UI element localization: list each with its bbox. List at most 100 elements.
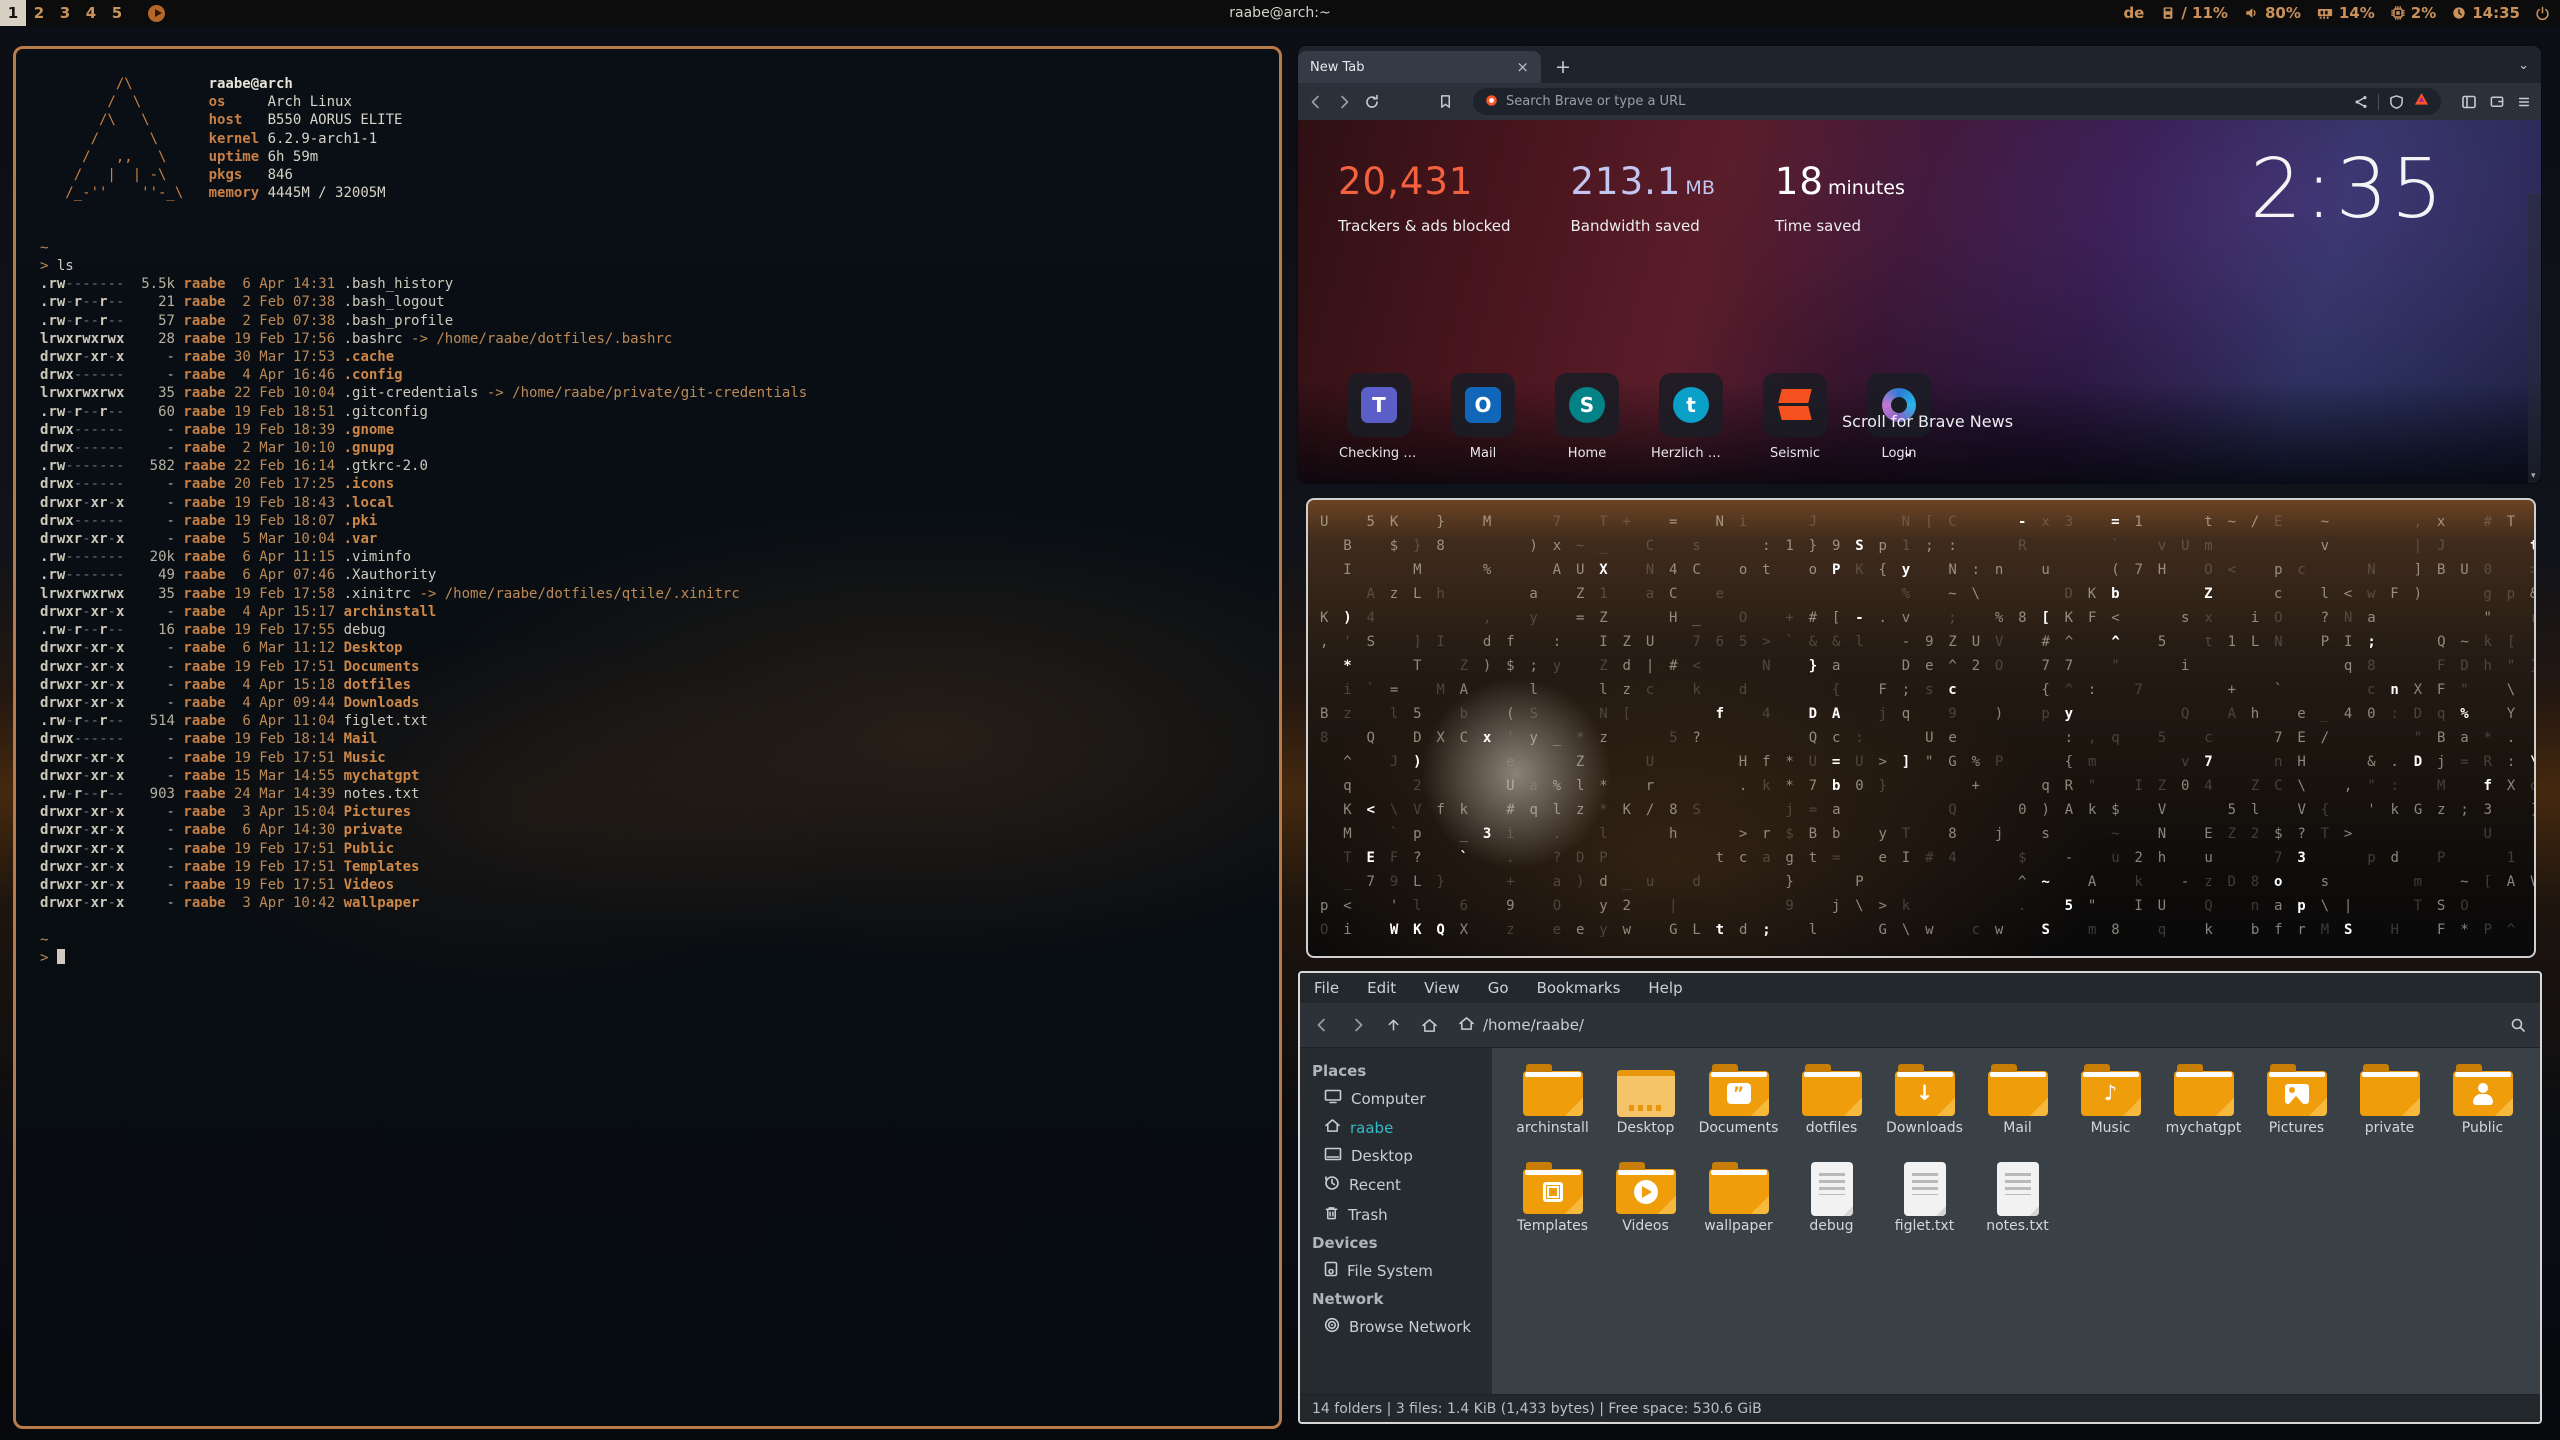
brave-rewards-icon[interactable] — [2414, 92, 2429, 111]
fm-sidebar-item-desktop[interactable]: Desktop — [1300, 1142, 1492, 1170]
fm-sidebar-item-computer[interactable]: Computer — [1300, 1084, 1492, 1113]
file-item-public[interactable]: Public — [2436, 1058, 2529, 1156]
browser-window: New Tab × + ⌄ Search Brave or type a URL — [1298, 46, 2541, 483]
bookmark-icon[interactable] — [1438, 94, 1453, 109]
fm-path-bar[interactable]: /home/raabe/ — [1458, 1016, 2490, 1035]
top-site-checking-y-[interactable]: TChecking y… — [1339, 373, 1419, 461]
folder-icon — [2360, 1058, 2420, 1120]
folder-pictures-icon — [2267, 1058, 2327, 1120]
folder-documents-icon: ” — [1709, 1058, 1769, 1120]
shield-stat: 20,431Trackers & ads blocked — [1338, 160, 1510, 235]
top-site-mail[interactable]: OMail — [1443, 373, 1523, 461]
folder-icon — [1709, 1156, 1769, 1218]
url-bar[interactable]: Search Brave or type a URL — [1473, 88, 2441, 115]
scrollbar[interactable] — [2528, 194, 2541, 483]
fm-search-icon[interactable] — [2510, 1017, 2526, 1033]
file-item-desktop[interactable]: Desktop — [1599, 1058, 1692, 1156]
fm-menu-bookmarks[interactable]: Bookmarks — [1537, 979, 1621, 997]
folder-icon — [2174, 1058, 2234, 1120]
fm-status-bar: 14 folders | 3 files: 1.4 KiB (1,433 byt… — [1300, 1394, 2540, 1422]
matrix-output: U 5 K } M 7 T + = N i J N [ C - x 3 = 1 … — [1308, 500, 2534, 952]
file-item-templates[interactable]: Templates — [1506, 1156, 1599, 1254]
top-site-herzlich-will-[interactable]: tHerzlich will… — [1651, 373, 1731, 461]
fm-menu-file[interactable]: File — [1314, 979, 1339, 997]
fm-sidebar-item-browse-network[interactable]: Browse Network — [1300, 1312, 1492, 1342]
tab-bar: New Tab × + ⌄ — [1298, 46, 2541, 83]
file-item-dotfiles[interactable]: dotfiles — [1785, 1058, 1878, 1156]
desktop-icon — [1324, 1147, 1342, 1165]
focused-window-title: raabe@arch:~ — [0, 5, 2560, 21]
sidebar-toggle-icon[interactable] — [2461, 94, 2477, 110]
menu-icon[interactable] — [2517, 95, 2531, 109]
tab-search-chevron-icon[interactable]: ⌄ — [2518, 58, 2529, 73]
folder-icon — [1988, 1058, 2048, 1120]
share-icon[interactable] — [2354, 95, 2368, 109]
terminal-window[interactable]: /\ raabe@arch / \ os Arch Linux /\ \ hos… — [13, 46, 1282, 1429]
file-item-music[interactable]: ♪Music — [2064, 1058, 2157, 1156]
brave-news-chevron-icon[interactable]: ⌄ — [1902, 442, 1915, 460]
recent-icon — [1324, 1175, 1340, 1195]
folder-icon — [1802, 1058, 1862, 1120]
top-site-home[interactable]: SHome — [1547, 373, 1627, 461]
top-site-seismic[interactable]: Seismic — [1755, 373, 1835, 461]
shield-stat: 18minutesTime saved — [1775, 160, 1905, 235]
fm-menu-help[interactable]: Help — [1648, 979, 1682, 997]
file-item-mail[interactable]: Mail — [1971, 1058, 2064, 1156]
fm-sidebar-item-recent[interactable]: Recent — [1300, 1170, 1492, 1200]
file-item-mychatgpt[interactable]: mychatgpt — [2157, 1058, 2250, 1156]
tumblr-icon: t — [1673, 387, 1709, 423]
folder-templates-icon — [1523, 1156, 1583, 1218]
home-icon — [1324, 1118, 1341, 1137]
trash-icon — [1324, 1205, 1339, 1225]
fm-sidebar-header: Places — [1300, 1058, 1492, 1084]
teams-icon: T — [1361, 387, 1397, 423]
brave-news-label[interactable]: Scroll for Brave News — [1842, 412, 2013, 431]
fm-menu-edit[interactable]: Edit — [1367, 979, 1396, 997]
computer-icon — [1324, 1089, 1342, 1108]
fm-menu-go[interactable]: Go — [1488, 979, 1509, 997]
outlook-icon: O — [1465, 387, 1501, 423]
tab-new-tab[interactable]: New Tab × — [1298, 51, 1541, 83]
file-item-notes-txt[interactable]: notes.txt — [1971, 1156, 2064, 1254]
divider — [2378, 94, 2379, 110]
wallet-icon[interactable] — [2489, 94, 2505, 109]
shields-icon[interactable] — [2389, 94, 2404, 110]
back-icon[interactable] — [1308, 94, 1324, 110]
text-file-icon — [1904, 1156, 1946, 1218]
shields-stats: 20,431Trackers & ads blocked213.1MBBandw… — [1338, 160, 1905, 235]
fm-sidebar-item-raabe[interactable]: raabe — [1300, 1113, 1492, 1142]
file-item-downloads[interactable]: ↓Downloads — [1878, 1058, 1971, 1156]
file-item-archinstall[interactable]: archinstall — [1506, 1058, 1599, 1156]
folder-music-icon: ♪ — [2081, 1058, 2141, 1120]
file-item-wallpaper[interactable]: wallpaper — [1692, 1156, 1785, 1254]
tab-close-icon[interactable]: × — [1516, 58, 1529, 76]
folder-public-icon — [2453, 1058, 2513, 1120]
reload-icon[interactable] — [1364, 94, 1380, 110]
file-item-debug[interactable]: debug — [1785, 1156, 1878, 1254]
desktop: 12345 raabe@arch:~ de / 11%80%14%2%14:35… — [0, 0, 2560, 1440]
fm-sidebar-header: Network — [1300, 1286, 1492, 1312]
folder-downloads-icon: ↓ — [1895, 1058, 1955, 1120]
fm-home-icon[interactable] — [1421, 1018, 1438, 1033]
new-tab-button[interactable]: + — [1541, 51, 1585, 83]
file-item-documents[interactable]: ”Documents — [1692, 1058, 1785, 1156]
browser-toolbar: Search Brave or type a URL — [1298, 83, 2541, 120]
forward-icon[interactable] — [1336, 94, 1352, 110]
seismic-icon — [1780, 388, 1810, 422]
fm-path-home-icon — [1458, 1016, 1475, 1035]
fm-sidebar-item-file-system[interactable]: File System — [1300, 1256, 1492, 1286]
fm-forward-icon[interactable] — [1350, 1017, 1366, 1033]
file-item-pictures[interactable]: Pictures — [2250, 1058, 2343, 1156]
fm-sidebar-item-trash[interactable]: Trash — [1300, 1200, 1492, 1230]
sharepoint-icon: S — [1569, 387, 1605, 423]
fm-back-icon[interactable] — [1314, 1017, 1330, 1033]
fm-path-text: /home/raabe/ — [1483, 1016, 1584, 1034]
fm-sidebar: PlacesComputerraabeDesktopRecentTrashDev… — [1300, 1048, 1492, 1394]
matrix-terminal-window[interactable]: U 5 K } M 7 T + = N i J N [ C - x 3 = 1 … — [1306, 498, 2536, 958]
folder-desktop-icon — [1617, 1058, 1675, 1120]
file-item-private[interactable]: private — [2343, 1058, 2436, 1156]
fm-menu-view[interactable]: View — [1424, 979, 1460, 997]
fm-up-icon[interactable] — [1386, 1017, 1401, 1033]
file-item-videos[interactable]: Videos — [1599, 1156, 1692, 1254]
file-item-figlet-txt[interactable]: figlet.txt — [1878, 1156, 1971, 1254]
